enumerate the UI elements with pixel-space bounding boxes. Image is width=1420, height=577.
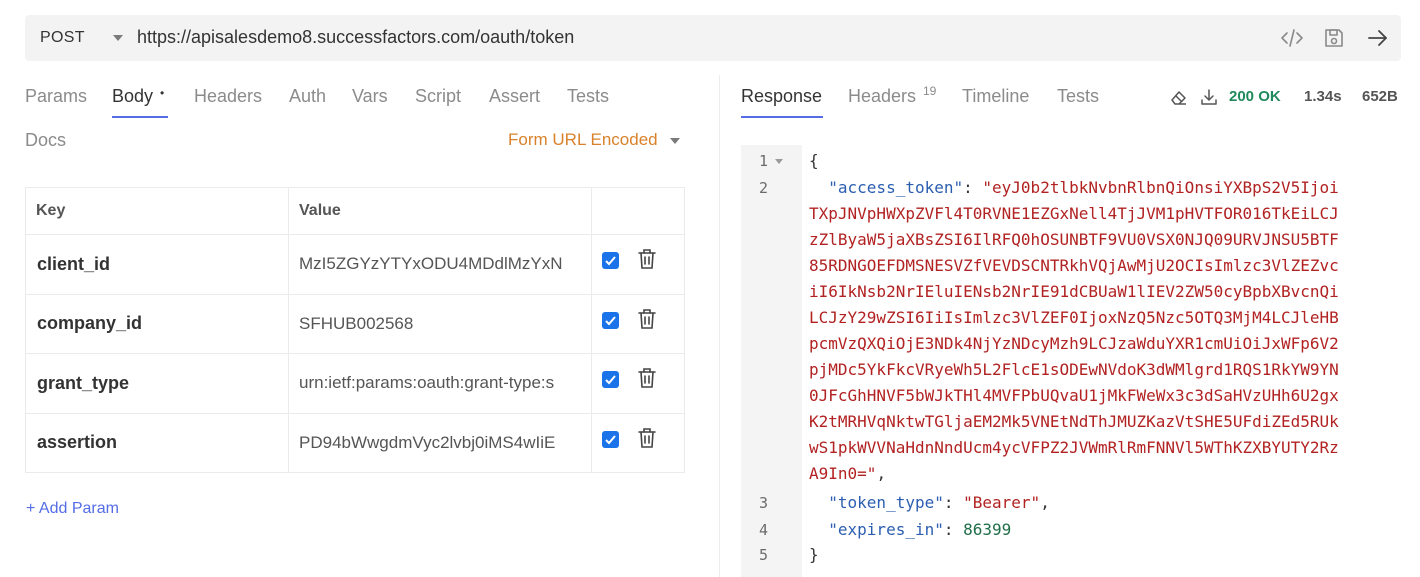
response-time: 1.34s [1304,88,1342,105]
tab-response-tests[interactable]: Tests [1057,86,1099,107]
tab-script[interactable]: Script [415,86,461,107]
headers-count-badge: 19 [923,84,937,98]
check-icon [605,256,616,266]
column-header-actions [591,187,685,235]
url-bar: POST https://apisalesdemo8.successfactor… [25,15,1401,61]
line-number: 1 [759,152,769,170]
param-value[interactable]: MzI5ZGYzYTYxODU4MDdlMzYxN [299,254,581,274]
enable-checkbox[interactable] [602,371,619,388]
tab-tests[interactable]: Tests [567,86,609,107]
line-number-gutter [741,145,802,577]
method-selector[interactable]: POST [40,29,85,47]
table-row: client_id MzI5ZGYzYTYxODU4MDdlMzYxN [25,234,685,295]
json-string: "eyJ0b2tlbkNvbnRlbnQiOnsiYXBpS2V5Ijoi [982,178,1339,197]
check-icon [605,434,616,444]
json-string: "Bearer" [963,493,1041,512]
active-tab-indicator [741,116,823,118]
json-string-continuation: LCJzY29wZSI6IiIsImlzc3VlZEF0IjoxNzQ5Nzc5… [809,308,1339,327]
tab-vars[interactable]: Vars [352,86,388,107]
enable-checkbox[interactable] [602,311,619,329]
param-key[interactable]: grant_type [25,353,289,414]
tab-auth[interactable]: Auth [289,86,326,107]
tab-assert[interactable]: Assert [489,86,540,107]
param-value[interactable]: urn:ietf:params:oauth:grant-type:s [299,373,581,393]
fold-caret-icon[interactable] [775,159,783,164]
response-body-viewer[interactable]: 1 2 3 4 5 { "access_token": "eyJ0b2tlbkN… [741,145,1401,577]
json-key: "access_token" [828,178,964,197]
column-header-value: Value [288,187,592,235]
tab-response-headers[interactable]: Headers [848,86,916,107]
enable-checkbox[interactable] [602,252,619,269]
tab-response[interactable]: Response [741,86,822,107]
eraser-icon[interactable] [1170,88,1188,106]
param-key[interactable]: client_id [25,234,289,295]
check-icon [605,315,616,325]
line-number: 3 [759,494,769,512]
send-arrow-icon[interactable] [1366,26,1390,50]
chevron-down-icon[interactable] [670,138,680,144]
json-string-continuation: K2tMRHVqNktwTGljaEM2Mk5VNEtNdThJMUZKazVt… [809,412,1339,431]
table-row: grant_type urn:ietf:params:oauth:grant-t… [25,353,685,414]
json-string-continuation: TXpJNVpHWXpZVFl4T0RVNE1EZGxNell4TjJVM1pH… [809,204,1339,223]
enable-checkbox[interactable] [602,430,619,448]
json-line-expires-in: "expires_in": 86399 [828,520,1012,539]
json-string-continuation: wS1pkWVVNaHdnNndUcm4ycVFPZ2JVWmRlRmFNNVl… [809,438,1339,457]
json-key: "expires_in" [828,520,944,539]
trash-icon[interactable] [637,248,657,270]
trash-icon[interactable] [637,308,657,330]
json-string: A9In0=" [809,464,877,483]
line-number: 2 [759,179,769,197]
add-param-button[interactable]: + Add Param [26,500,119,518]
json-string-continuation: iI6IkNsb2NrIEluIENsb2NrIE91dCBUaW1lIEV2Z… [809,282,1339,301]
json-string-end: A9In0=", [809,464,887,483]
param-value[interactable]: SFHUB002568 [299,314,581,334]
download-icon[interactable] [1200,88,1218,106]
tab-docs[interactable]: Docs [25,130,66,151]
column-header-key: Key [25,187,289,235]
json-line-token-type: "token_type": "Bearer", [828,493,1050,512]
body-mode-selector[interactable]: Form URL Encoded [508,130,658,150]
response-size: 652B [1362,88,1398,105]
json-key: "token_type" [828,493,944,512]
url-input[interactable]: https://apisalesdemo8.successfactors.com… [137,27,574,48]
json-number: 86399 [963,520,1012,539]
json-close-brace: } [809,545,819,564]
json-string-continuation: 85RDNGOEFDMSNESVZfVEVDSCNTRkhVQjAwMjU2OC… [809,256,1339,275]
json-line-access-token: "access_token": "eyJ0b2tlbkNvbnRlbnQiOns… [828,178,1339,197]
tab-body[interactable]: Body [112,86,153,107]
status-code: 200 OK [1229,88,1281,105]
json-open-brace: { [809,151,819,170]
trash-icon[interactable] [637,427,657,449]
table-header-row: Key Value [25,187,685,235]
trash-icon[interactable] [637,367,657,389]
json-string-continuation: pjMDc5YkFkcVRyeWh5L2FlcE1sODEwNVdoK3dWMl… [809,360,1339,379]
json-string-continuation: pcmVzQXQiOjE3NDk4NjYzNDcyMzh9LCJzaWduYXR… [809,334,1339,353]
tab-timeline[interactable]: Timeline [962,86,1029,107]
table-row: assertion PD94bWwgdmVyc2lvbj0iMS4wIiE [25,412,685,473]
active-tab-indicator [112,116,168,118]
code-icon[interactable] [1280,26,1304,50]
tab-params[interactable]: Params [25,86,87,107]
body-modified-dot: • [160,86,165,100]
chevron-down-icon[interactable] [113,35,123,41]
check-icon [605,375,616,385]
json-string-continuation: 0JFcGhHNVF5bWJkTHl4MVFPbUQvaU1jMkFWeWx3c… [809,386,1339,405]
line-number: 5 [759,546,769,564]
line-number: 4 [759,521,769,539]
table-row: company_id SFHUB002568 [25,293,685,354]
json-string-continuation: zZlByaW5jaXBsZSI6IlRFQ0hOSUNBTF9VU0VSX0N… [809,230,1339,249]
param-key[interactable]: assertion [25,412,289,473]
tab-headers[interactable]: Headers [194,86,262,107]
param-value[interactable]: PD94bWwgdmVyc2lvbj0iMS4wIiE [299,433,581,453]
params-table: Key Value client_id MzI5ZGYzYTYxODU4MDdl… [25,187,685,473]
param-key[interactable]: company_id [25,293,289,354]
pane-divider[interactable] [719,75,720,577]
save-icon[interactable] [1322,26,1346,50]
